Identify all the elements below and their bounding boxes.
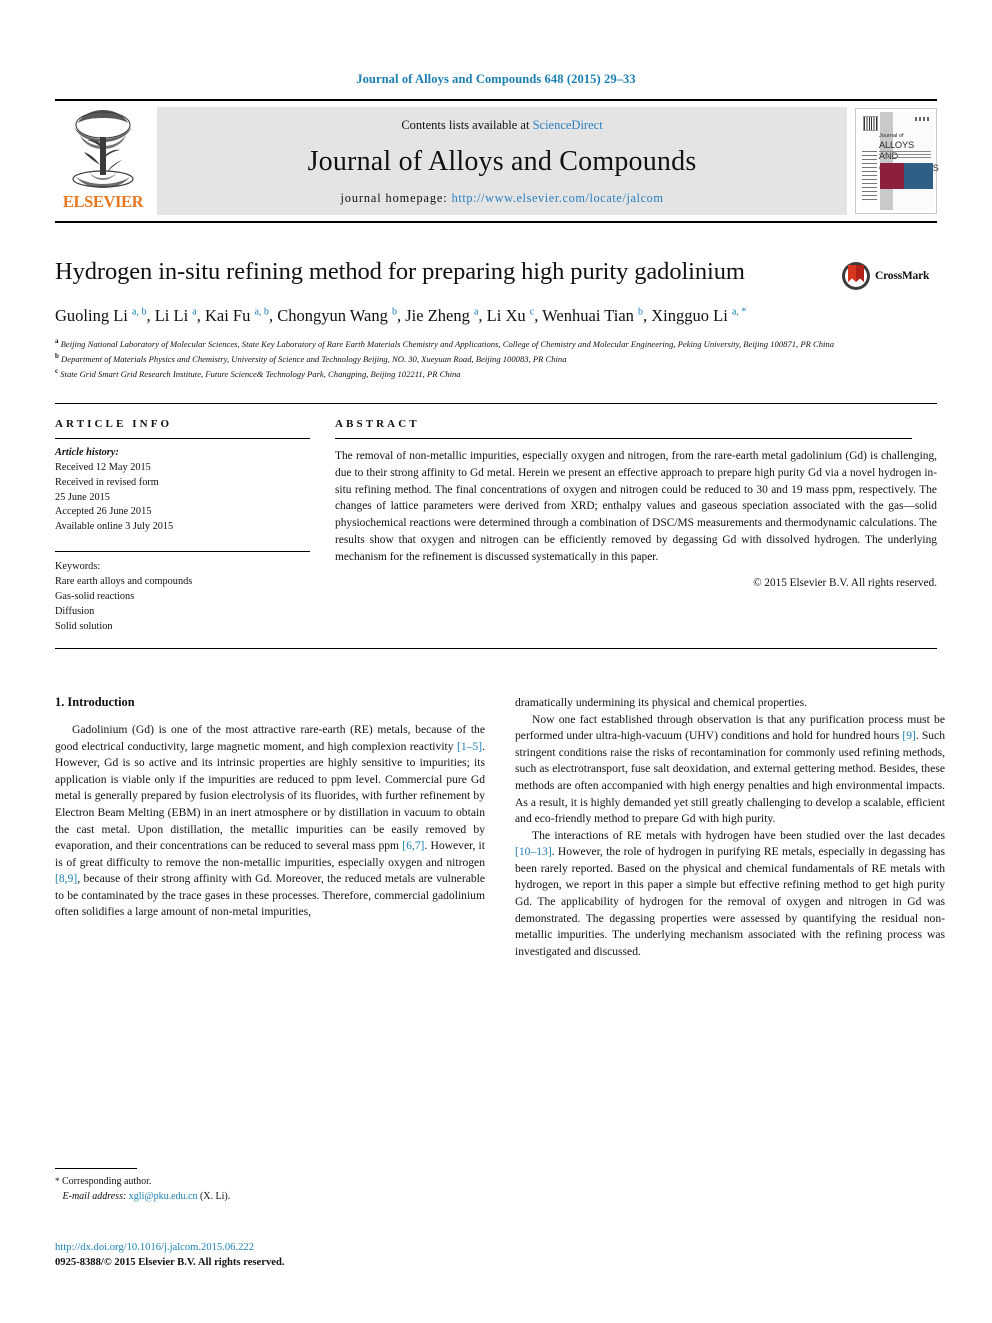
keyword-item: Rare earth alloys and compounds	[55, 575, 193, 587]
body-column-right: dramatically undermining its physical an…	[515, 695, 945, 960]
paper-page: Journal of Alloys and Compounds 648 (201…	[0, 0, 992, 1323]
elsevier-logo: ELSEVIER	[55, 101, 151, 221]
history-item: Available online 3 July 2015	[55, 521, 174, 533]
corresponding-author-label: Corresponding author.	[62, 1176, 152, 1187]
article-info-column: ARTICLE INFO Article history: Received 1…	[55, 404, 310, 634]
keywords-rule	[55, 550, 310, 552]
email-link[interactable]: xgli@pku.edu.cn	[129, 1191, 198, 1202]
keyword-item: Gas-solid reactions	[55, 591, 135, 602]
doi-link[interactable]: http://dx.doi.org/10.1016/j.jalcom.2015.…	[55, 1240, 555, 1255]
paragraph: The interactions of RE metals with hydro…	[515, 828, 945, 958]
article-info-rule	[55, 438, 310, 440]
asterisk-icon: *	[55, 1176, 60, 1186]
journal-cover-thumbnail: Journal of ALLOYS AND COMPOUNDS	[855, 108, 939, 214]
cover-inner: Journal of ALLOYS AND COMPOUNDS	[859, 112, 939, 210]
cover-line2: ALLOYS	[878, 139, 914, 150]
issn-copyright-line: 0925-8388/© 2015 Elsevier B.V. All right…	[55, 1257, 285, 1269]
paragraph: Now one fact established through observa…	[515, 712, 946, 826]
abstract-text: The removal of non-metallic impurities, …	[335, 450, 937, 563]
crossmark-icon	[842, 262, 870, 290]
email-suffix: (X. Li).	[199, 1191, 231, 1202]
cover-barcode-icon	[862, 115, 878, 131]
journal-homepage-line: journal homepage: http://www.elsevier.co…	[340, 191, 663, 206]
history-item: 25 June 2015	[55, 491, 110, 503]
paragraph: dramatically undermining its physical an…	[515, 696, 808, 710]
article-history-label: Article history:	[55, 447, 119, 459]
contents-available-line: Contents lists available at ScienceDirec…	[401, 118, 602, 133]
sciencedirect-link[interactable]: ScienceDirect	[533, 118, 603, 132]
affiliation-list: a Beijing National Laboratory of Molecul…	[55, 336, 937, 381]
journal-masthead: ELSEVIER Contents lists available at Sci…	[55, 99, 939, 223]
article-info-heading: ARTICLE INFO	[55, 418, 173, 431]
affiliation-item: a Beijing National Laboratory of Molecul…	[55, 337, 834, 350]
body-columns: 1. Introduction Gadolinium (Gd) is one o…	[55, 695, 945, 960]
elsevier-wordmark: ELSEVIER	[62, 192, 144, 211]
journal-banner: Contents lists available at ScienceDirec…	[157, 107, 847, 215]
affiliation-item: b Department of Materials Physics and Ch…	[55, 352, 567, 365]
homepage-url-link[interactable]: http://www.elsevier.com/locate/jalcom	[452, 191, 664, 205]
crossmark-label: CrossMark	[875, 270, 930, 282]
page-title: Hydrogen in-situ refining method for pre…	[55, 258, 745, 285]
cover-red-block	[879, 162, 905, 190]
journal-title: Journal of Alloys and Compounds	[307, 146, 697, 177]
body-column-left: 1. Introduction Gadolinium (Gd) is one o…	[55, 695, 485, 960]
contents-prefix: Contents lists available at	[401, 118, 533, 132]
history-item: Accepted 26 June 2015	[55, 506, 152, 518]
publisher-footer: http://dx.doi.org/10.1016/j.jalcom.2015.…	[55, 1240, 555, 1271]
cover-subtitle-lines	[878, 151, 931, 160]
cover-contents-lines	[861, 151, 878, 201]
info-abstract-bottom-rule	[55, 648, 937, 650]
crossmark-badge[interactable]: CrossMark	[841, 261, 937, 291]
cover-topright-mark	[914, 116, 930, 121]
keyword-item: Solid solution	[55, 621, 113, 633]
author-list: Guoling Li a, b, Li Li a, Kai Fu a, b, C…	[55, 305, 747, 325]
affiliation-item: c State Grid Smart Grid Research Institu…	[55, 367, 461, 379]
homepage-label: journal homepage:	[340, 191, 452, 205]
keyword-item: Diffusion	[55, 606, 95, 618]
abstract-column: ABSTRACT The removal of non-metallic imp…	[310, 404, 937, 634]
footnote-rule	[55, 1168, 137, 1169]
corresponding-author-note: * Corresponding author. E-mail address: …	[55, 1174, 485, 1204]
info-abstract-section: ARTICLE INFO Article history: Received 1…	[55, 403, 937, 634]
cover-blue-block	[904, 162, 933, 190]
title-area: CrossMark Hydrogen in-situ refining meth…	[55, 257, 937, 381]
paragraph: Gadolinium (Gd) is one of the most attra…	[55, 723, 485, 919]
section-heading-introduction: 1. Introduction	[55, 695, 135, 710]
running-head: Journal of Alloys and Compounds 648 (201…	[356, 72, 636, 86]
history-item: Received 12 May 2015	[55, 461, 151, 473]
abstract-rule	[335, 438, 912, 440]
history-item: Received in revised form	[55, 476, 159, 488]
email-address-label: E-mail address:	[62, 1191, 127, 1202]
footnote-area: * Corresponding author. E-mail address: …	[55, 1168, 485, 1204]
cover-line1: Journal of	[878, 132, 904, 139]
keywords-block: Keywords: Rare earth alloys and compound…	[55, 559, 310, 634]
article-history-block: Article history: Received 12 May 2015 Re…	[55, 446, 310, 535]
abstract-heading: ABSTRACT	[335, 418, 420, 431]
elsevier-tree-icon	[72, 110, 134, 188]
keywords-label: Keywords:	[55, 560, 101, 572]
abstract-copyright: © 2015 Elsevier B.V. All rights reserved…	[753, 577, 937, 590]
